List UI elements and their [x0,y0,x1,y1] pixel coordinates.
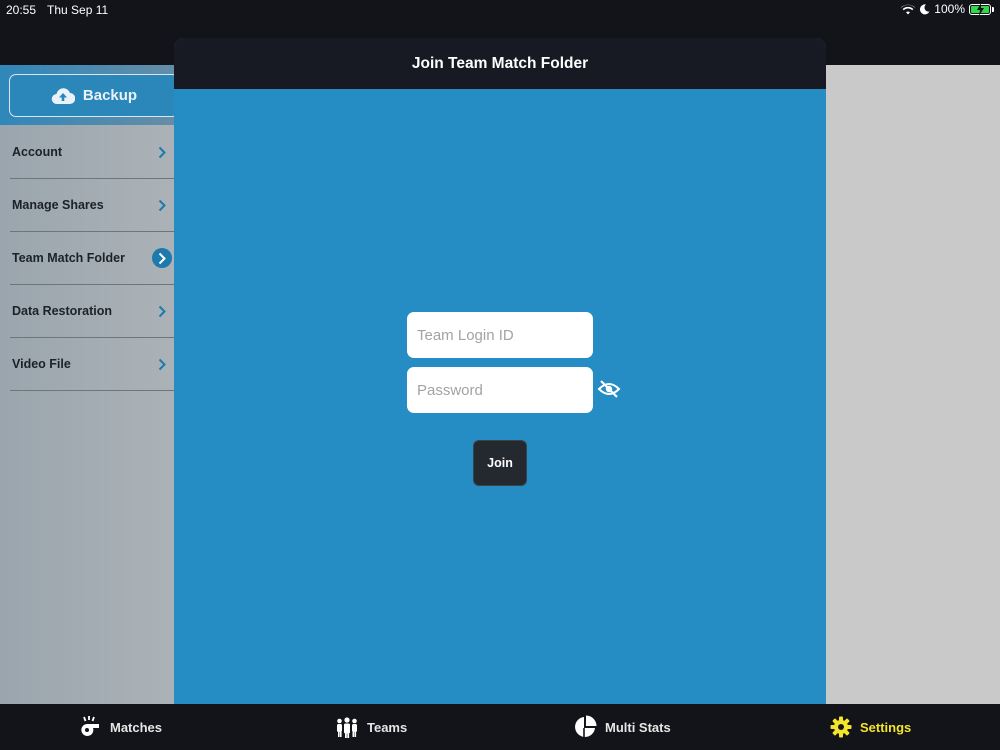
status-date: Thu Sep 11 [47,3,109,17]
sidebar-item-label: Manage Shares [12,198,104,212]
tab-matches[interactable]: Matches [78,704,162,750]
chevron-right-icon [152,354,172,374]
sidebar-item-label: Video File [12,357,71,371]
status-indicators: 100% [901,2,994,16]
tab-label: Teams [367,719,408,735]
whistle-icon [81,716,99,736]
password-input[interactable] [407,367,593,413]
team-icon [337,717,357,738]
eye-slash-icon[interactable] [596,377,622,401]
sidebar-item-data-restoration[interactable]: Data Restoration [10,285,174,338]
modal-title: Join Team Match Folder [411,54,589,72]
tab-multi-stats[interactable]: Multi Stats [573,704,671,750]
status-time: 20:55 [6,3,37,17]
backup-label: Backup [82,87,138,104]
gear-icon [830,716,852,738]
sidebar-item-manage-shares[interactable]: Manage Shares [10,179,174,232]
tab-settings[interactable]: Settings [830,704,911,750]
backup-button[interactable]: Backup [9,74,179,117]
tab-label: Multi Stats [605,719,671,735]
tab-label: Settings [860,719,912,735]
wifi-icon [901,4,916,14]
chevron-right-icon [152,142,172,162]
sidebar-item-label: Data Restoration [12,304,113,318]
modal-header: Join Team Match Folder [174,38,826,89]
sidebar-item-label: Account [12,145,62,159]
pie-chart-icon [575,715,597,739]
sidebar-item-account[interactable]: Account [10,126,174,179]
moon-icon [920,3,930,14]
join-button[interactable]: Join [473,440,527,486]
tab-teams[interactable]: Teams [335,704,407,750]
chevron-right-icon [152,301,172,321]
status-bar: 20:55 Thu Sep 11 100% [0,0,1000,22]
join-team-match-folder-modal: Join Team Match Folder Join [174,38,826,713]
chevron-right-icon [152,195,172,215]
battery-icon [969,2,991,16]
battery-percent: 100% [934,2,965,16]
chevron-right-icon [152,248,172,268]
sidebar-item-team-match-folder[interactable]: Team Match Folder [10,232,174,285]
tab-bar: Matches Teams Multi Stats Settings [0,704,1000,750]
team-login-id-input[interactable] [407,312,593,358]
cloud-upload-icon [51,87,75,104]
sidebar-item-video-file[interactable]: Video File [10,338,174,391]
tab-label: Matches [110,719,163,735]
sidebar-item-label: Team Match Folder [12,251,125,265]
